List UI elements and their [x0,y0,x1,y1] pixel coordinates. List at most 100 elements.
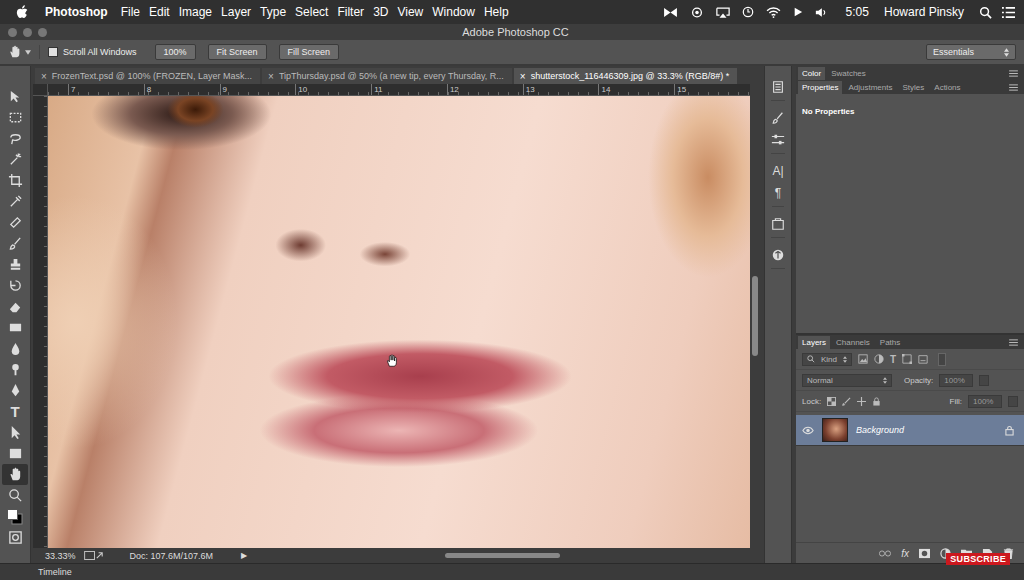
panel-menu-icon[interactable] [1009,339,1018,346]
quick-select-tool[interactable] [2,149,28,170]
eye-icon[interactable] [690,7,704,18]
brush-presets-icon[interactable] [771,111,785,125]
history-icon[interactable] [771,80,785,94]
clock[interactable]: 5:05 [846,5,869,19]
pen-tool[interactable] [2,380,28,401]
view-button[interactable]: Fit Screen [208,44,267,60]
shape-filter-icon[interactable] [902,354,912,364]
brush-tool[interactable] [2,233,28,254]
menu-item[interactable]: Image [179,5,212,19]
link-icon[interactable] [879,550,891,557]
panel-tab[interactable]: Actions [930,81,964,94]
play-icon[interactable] [793,7,803,17]
checkbox-box[interactable] [48,47,58,57]
tool-preset-picker[interactable] [8,45,31,59]
character-panel-button[interactable]: A| [772,164,783,178]
smart-object-filter-icon[interactable] [918,354,928,364]
apple-icon[interactable] [16,5,28,19]
horizontal-ruler[interactable]: 789101112131415 [48,84,750,96]
fill-field[interactable]: 100% [968,395,1002,408]
path-select-tool[interactable] [2,422,28,443]
scroll-all-windows-checkbox[interactable]: Scroll All Windows [48,47,137,57]
marquee-tool[interactable] [2,107,28,128]
fill-slider-button[interactable] [1008,396,1018,407]
volume-icon[interactable] [815,7,827,18]
status-menu-arrow[interactable]: ▶ [241,551,247,560]
type-filter-button[interactable]: T [890,354,896,365]
tab-close-button[interactable]: × [41,71,47,82]
tab-close-button[interactable]: × [268,71,274,82]
horizontal-scrollbar[interactable] [255,553,760,558]
view-button[interactable]: Fill Screen [279,44,340,60]
eyedropper-tool[interactable] [2,191,28,212]
panel-tab[interactable]: Paths [876,336,904,349]
dodge-tool[interactable] [2,359,28,380]
stamp-tool[interactable] [2,254,28,275]
user-name[interactable]: Howard Pinsky [884,5,964,19]
colors-tool[interactable] [2,506,28,527]
minimize-button[interactable] [23,28,32,37]
adjustment-filter-icon[interactable] [874,354,884,364]
filter-toggle[interactable] [938,353,946,366]
wifi-icon[interactable] [766,7,781,18]
tab-close-button[interactable]: × [520,71,526,82]
view-button[interactable]: 100% [155,44,196,60]
notification-list-icon[interactable] [1001,6,1016,19]
menu-item[interactable]: View [397,5,423,19]
blend-mode-dropdown[interactable]: Normal [802,374,892,387]
app-menu[interactable]: Photoshop [45,5,108,19]
menu-item[interactable]: Window [432,5,475,19]
photo-canvas[interactable] [48,96,750,548]
menu-item[interactable]: Help [484,5,509,19]
blur-tool[interactable] [2,338,28,359]
crop-tool[interactable] [2,170,28,191]
subscribe-badge[interactable]: SUBSCRIBE [946,553,1010,565]
zoom-tool[interactable] [2,485,28,506]
tool-presets-icon[interactable] [771,248,785,262]
menu-item[interactable]: Type [260,5,286,19]
close-button[interactable] [8,28,17,37]
lock-all-icon[interactable] [872,397,881,406]
document-tab[interactable]: × FrozenText.psd @ 100% (FROZEN, Layer M… [35,68,260,84]
gradient-tool[interactable] [2,317,28,338]
panel-tab[interactable]: Color [798,67,825,80]
timeline-panel[interactable]: Timeline [0,563,1024,580]
panel-tab[interactable]: Properties [798,81,842,94]
panel-menu-icon[interactable] [1009,84,1018,91]
panel-tab[interactable]: Adjustments [844,81,896,94]
airplay-icon[interactable] [716,7,730,18]
paragraph-panel-button[interactable]: ¶ [775,186,781,200]
workspace-dropdown[interactable]: Essentials [926,44,1016,60]
share-icon[interactable] [84,551,106,560]
lasso-tool[interactable] [2,128,28,149]
visibility-toggle[interactable] [802,426,814,435]
zoom-button[interactable] [38,28,47,37]
menu-item[interactable]: Filter [337,5,364,19]
shape-tool[interactable] [2,443,28,464]
opacity-slider-button[interactable] [979,375,989,386]
lock-pixels-icon[interactable] [842,397,851,406]
opacity-field[interactable]: 100% [939,374,973,387]
zoom-level[interactable]: 33.33% [45,551,76,561]
vertical-ruler[interactable] [33,96,48,548]
quick-mask-tool[interactable] [2,527,28,548]
document-tab[interactable]: × TipThursday.psd @ 50% (a new tip, ever… [262,68,512,84]
panel-tab[interactable]: Swatches [827,67,870,80]
search-icon[interactable] [979,6,992,19]
menu-item[interactable]: 3D [373,5,388,19]
layer-row[interactable]: Background [796,415,1024,446]
menu-item[interactable]: Select [295,5,328,19]
document-tab[interactable]: × shutterstock_116446309.jpg @ 33.3% (RG… [514,68,737,84]
bow-tie-icon[interactable] [663,7,678,18]
lock-position-icon[interactable] [857,397,866,406]
clock-icon[interactable] [742,6,754,18]
menu-item[interactable]: Layer [221,5,251,19]
type-tool[interactable]: T [2,401,28,422]
panel-tab[interactable]: Styles [899,81,929,94]
library-icon[interactable] [771,217,785,231]
move-tool[interactable] [2,86,28,107]
scroll-thumb[interactable] [752,276,758,356]
ruler-origin[interactable] [33,84,48,96]
pixel-filter-icon[interactable] [858,354,868,364]
scroll-thumb[interactable] [445,553,560,558]
